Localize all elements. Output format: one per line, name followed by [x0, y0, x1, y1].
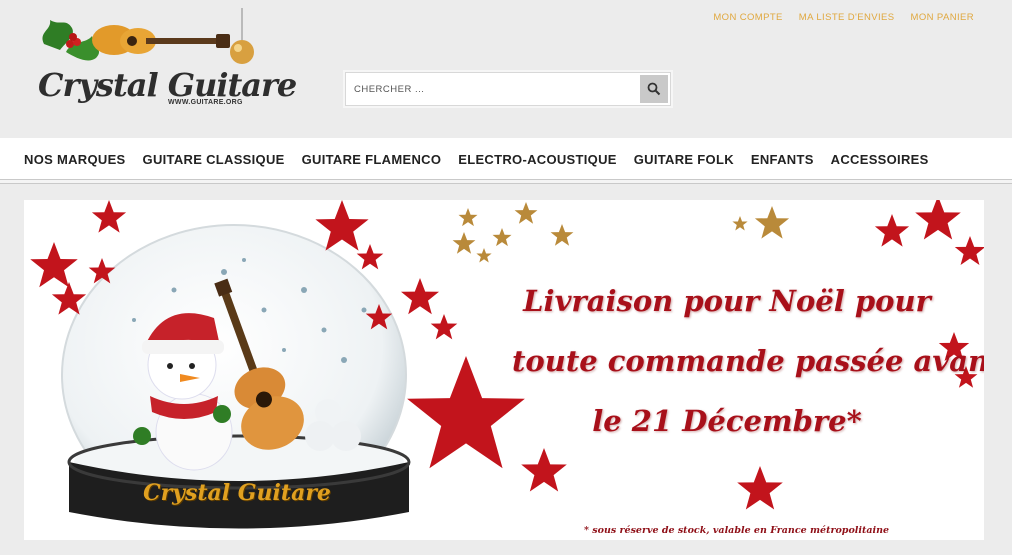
search-button[interactable] — [640, 75, 668, 103]
site-logo[interactable]: Crystal Guitare WWW.GUITARE.ORG — [36, 6, 297, 116]
search-icon — [647, 82, 661, 96]
nav-item-classical-guitar[interactable]: GUITARE CLASSIQUE — [143, 152, 285, 167]
wishlist-link[interactable]: MA LISTE D'ENVIES — [799, 12, 895, 23]
cart-link[interactable]: MON PANIER — [911, 12, 974, 23]
my-account-link[interactable]: MON COMPTE — [713, 12, 782, 23]
main-navigation: NOS MARQUES GUITARE CLASSIQUE GUITARE FL… — [0, 138, 1012, 180]
promo-line-3: le 21 Décembre* — [592, 404, 862, 438]
nav-item-electro-acoustic[interactable]: ELECTRO-ACOUSTIQUE — [458, 152, 617, 167]
search-input[interactable] — [346, 73, 640, 105]
account-links: MON COMPTE MA LISTE D'ENVIES MON PANIER — [713, 12, 974, 23]
christmas-promo-banner[interactable]: Livraison pour Noël pour toute commande … — [24, 200, 984, 540]
nav-item-kids[interactable]: ENFANTS — [751, 152, 814, 167]
search-bar — [345, 72, 671, 106]
nav-divider — [0, 179, 1012, 184]
promo-line-2: toute commande passée avant — [512, 344, 984, 378]
logo-url: WWW.GUITARE.ORG — [168, 99, 243, 106]
nav-item-brands[interactable]: NOS MARQUES — [24, 152, 126, 167]
snow-globe-label: Crystal Guitare — [143, 480, 331, 506]
promo-line-1: Livraison pour Noël pour — [523, 284, 931, 318]
nav-item-accessories[interactable]: ACCESSOIRES — [831, 152, 929, 167]
site-header: Crystal Guitare WWW.GUITARE.ORG MON COMP… — [0, 0, 1012, 138]
nav-item-flamenco-guitar[interactable]: GUITARE FLAMENCO — [302, 152, 442, 167]
promo-footnote: * sous réserve de stock, valable en Fran… — [584, 525, 890, 536]
nav-item-folk-guitar[interactable]: GUITARE FOLK — [634, 152, 734, 167]
